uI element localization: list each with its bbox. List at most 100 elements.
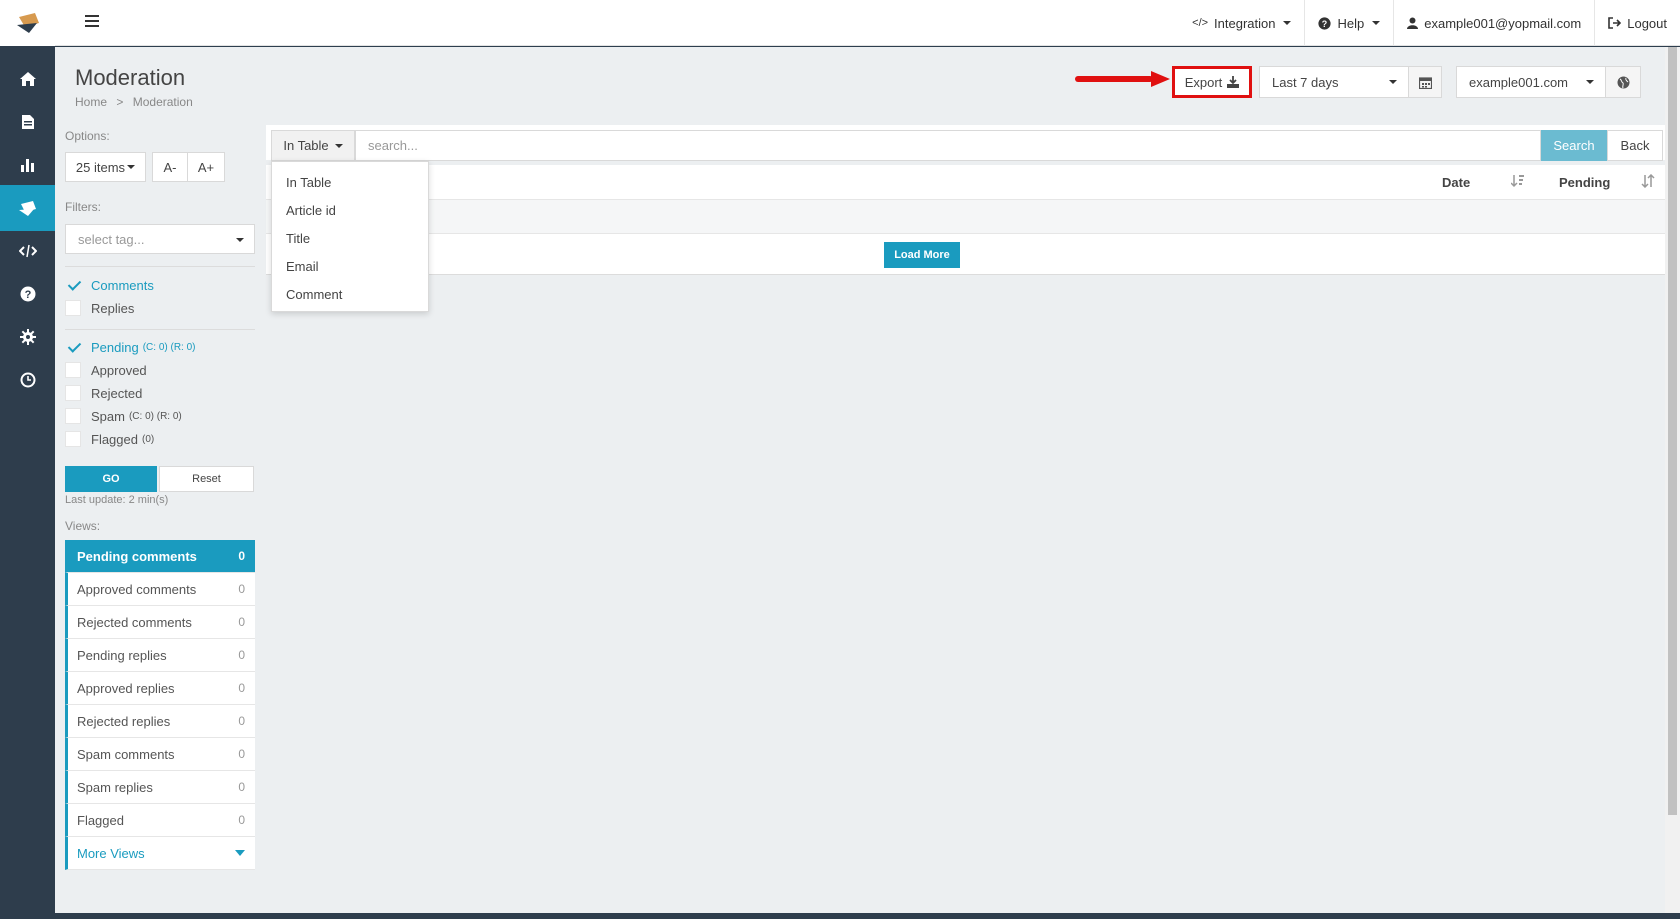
- checkbox[interactable]: [65, 277, 81, 293]
- download-icon: [1227, 76, 1240, 88]
- back-button[interactable]: Back: [1607, 130, 1663, 161]
- go-button[interactable]: GO: [65, 466, 157, 492]
- scope-option-title[interactable]: Title: [272, 224, 428, 252]
- more-views-toggle[interactable]: More Views: [65, 837, 255, 870]
- view-label: Rejected comments: [77, 614, 192, 630]
- rail-documents[interactable]: [0, 99, 55, 145]
- calendar-button[interactable]: [1408, 66, 1442, 98]
- sort-icon[interactable]: [1641, 174, 1655, 188]
- view-rejected-replies[interactable]: Rejected replies 0: [65, 705, 255, 738]
- filter-pending[interactable]: Pending (C: 0) (R: 0): [65, 338, 196, 356]
- checkbox[interactable]: [65, 408, 81, 424]
- checkbox[interactable]: [65, 300, 81, 316]
- logout-button[interactable]: Logout: [1594, 0, 1680, 46]
- view-pending-replies[interactable]: Pending replies 0: [65, 639, 255, 672]
- user-email: example001@yopmail.com: [1424, 15, 1582, 31]
- load-more-button[interactable]: Load More: [884, 242, 960, 268]
- search-scope-button[interactable]: In Table: [271, 130, 355, 161]
- more-views-label: More Views: [77, 845, 145, 861]
- divider: [65, 266, 255, 267]
- chevron-down-icon: [1283, 21, 1292, 25]
- reset-button[interactable]: Reset: [159, 466, 254, 492]
- question-icon: ?: [20, 286, 35, 302]
- view-spam-replies[interactable]: Spam replies 0: [65, 771, 255, 804]
- checkbox[interactable]: [65, 385, 81, 401]
- filter-replies[interactable]: Replies: [65, 299, 134, 317]
- filter-approved[interactable]: Approved: [65, 361, 147, 379]
- view-rejected-comments[interactable]: Rejected comments 0: [65, 606, 255, 639]
- view-count: 0: [238, 714, 245, 728]
- scrollbar-thumb[interactable]: [1668, 47, 1677, 815]
- view-pending-comments[interactable]: Pending comments 0: [65, 540, 255, 573]
- options-label: Options:: [65, 129, 110, 143]
- help-label: Help: [1337, 15, 1365, 31]
- rail-integration[interactable]: [0, 228, 55, 274]
- svg-text:?: ?: [24, 289, 31, 301]
- checkbox[interactable]: [65, 431, 81, 447]
- rail-history[interactable]: [0, 357, 55, 403]
- column-date[interactable]: Date: [1442, 175, 1470, 190]
- search-input[interactable]: search...: [355, 130, 1541, 161]
- globe-icon: [1617, 76, 1629, 88]
- filter-spam[interactable]: Spam (C: 0) (R: 0): [65, 407, 182, 425]
- chevron-down-icon: [236, 238, 244, 242]
- integration-menu[interactable]: </> Integration: [1179, 0, 1304, 46]
- search-button[interactable]: Search: [1541, 130, 1607, 161]
- items-per-page-select[interactable]: 25 items: [65, 152, 146, 182]
- rail-home[interactable]: [0, 56, 55, 102]
- filter-label: Rejected: [91, 385, 143, 401]
- scope-option-in-table[interactable]: In Table: [272, 168, 428, 196]
- font-smaller-button[interactable]: A-: [152, 152, 188, 182]
- top-bar: </> Integration ? Help example001@yopmai…: [55, 0, 1680, 46]
- scope-option-comment[interactable]: Comment: [272, 280, 428, 308]
- user-icon: [1407, 17, 1419, 29]
- code-icon: </>: [1192, 17, 1209, 29]
- top-nav: </> Integration ? Help example001@yopmai…: [1179, 0, 1680, 46]
- filter-count: (C: 0) (R: 0): [128, 410, 182, 422]
- filter-count: (0): [141, 433, 155, 445]
- main-content: Moderation Home > Moderation Export Last…: [55, 47, 1665, 913]
- filter-label: Pending: [91, 339, 139, 355]
- tag-select-placeholder: select tag...: [78, 231, 145, 247]
- filter-rejected[interactable]: Rejected: [65, 384, 142, 402]
- view-count: 0: [238, 747, 245, 761]
- filter-comments[interactable]: Comments: [65, 276, 154, 294]
- view-flagged[interactable]: Flagged 0: [65, 804, 255, 837]
- view-approved-replies[interactable]: Approved replies 0: [65, 672, 255, 705]
- view-count: 0: [238, 648, 245, 662]
- export-button[interactable]: Export: [1172, 66, 1252, 98]
- rail-help[interactable]: ?: [0, 271, 55, 317]
- views-label: Views:: [65, 519, 101, 533]
- site-select[interactable]: example001.com: [1456, 66, 1606, 98]
- logout-icon: [1608, 17, 1622, 29]
- view-approved-comments[interactable]: Approved comments 0: [65, 573, 255, 606]
- scope-option-article-id[interactable]: Article id: [272, 196, 428, 224]
- column-pending[interactable]: Pending: [1559, 175, 1610, 190]
- scope-option-email[interactable]: Email: [272, 252, 428, 280]
- user-account[interactable]: example001@yopmail.com: [1393, 0, 1594, 46]
- chevron-down-icon: [1586, 80, 1594, 84]
- view-count: 0: [238, 780, 245, 794]
- view-label: Rejected replies: [77, 713, 171, 729]
- view-spam-comments[interactable]: Spam comments 0: [65, 738, 255, 771]
- view-count: 0: [238, 549, 245, 563]
- font-larger-button[interactable]: A+: [187, 152, 225, 182]
- app-logo[interactable]: [0, 0, 55, 46]
- filter-flagged[interactable]: Flagged (0): [65, 430, 154, 448]
- rail-analytics[interactable]: [0, 142, 55, 188]
- rail-settings[interactable]: [0, 314, 55, 360]
- globe-button[interactable]: [1605, 66, 1641, 98]
- sort-desc-icon[interactable]: [1511, 174, 1525, 188]
- menu-toggle-icon[interactable]: [85, 15, 99, 27]
- icon-rail: ?: [0, 0, 55, 919]
- checkbox[interactable]: [65, 339, 81, 355]
- breadcrumb-home[interactable]: Home: [75, 95, 107, 109]
- tag-select[interactable]: select tag...: [65, 224, 255, 254]
- date-range-select[interactable]: Last 7 days: [1259, 66, 1409, 98]
- views-list: Pending comments 0 Approved comments 0 Rej…: [65, 540, 255, 870]
- items-per-page-value: 25 items: [75, 159, 126, 175]
- rail-moderation[interactable]: [0, 185, 55, 231]
- export-label: Export: [1184, 74, 1223, 90]
- help-menu[interactable]: ? Help: [1304, 0, 1393, 46]
- checkbox[interactable]: [65, 362, 81, 378]
